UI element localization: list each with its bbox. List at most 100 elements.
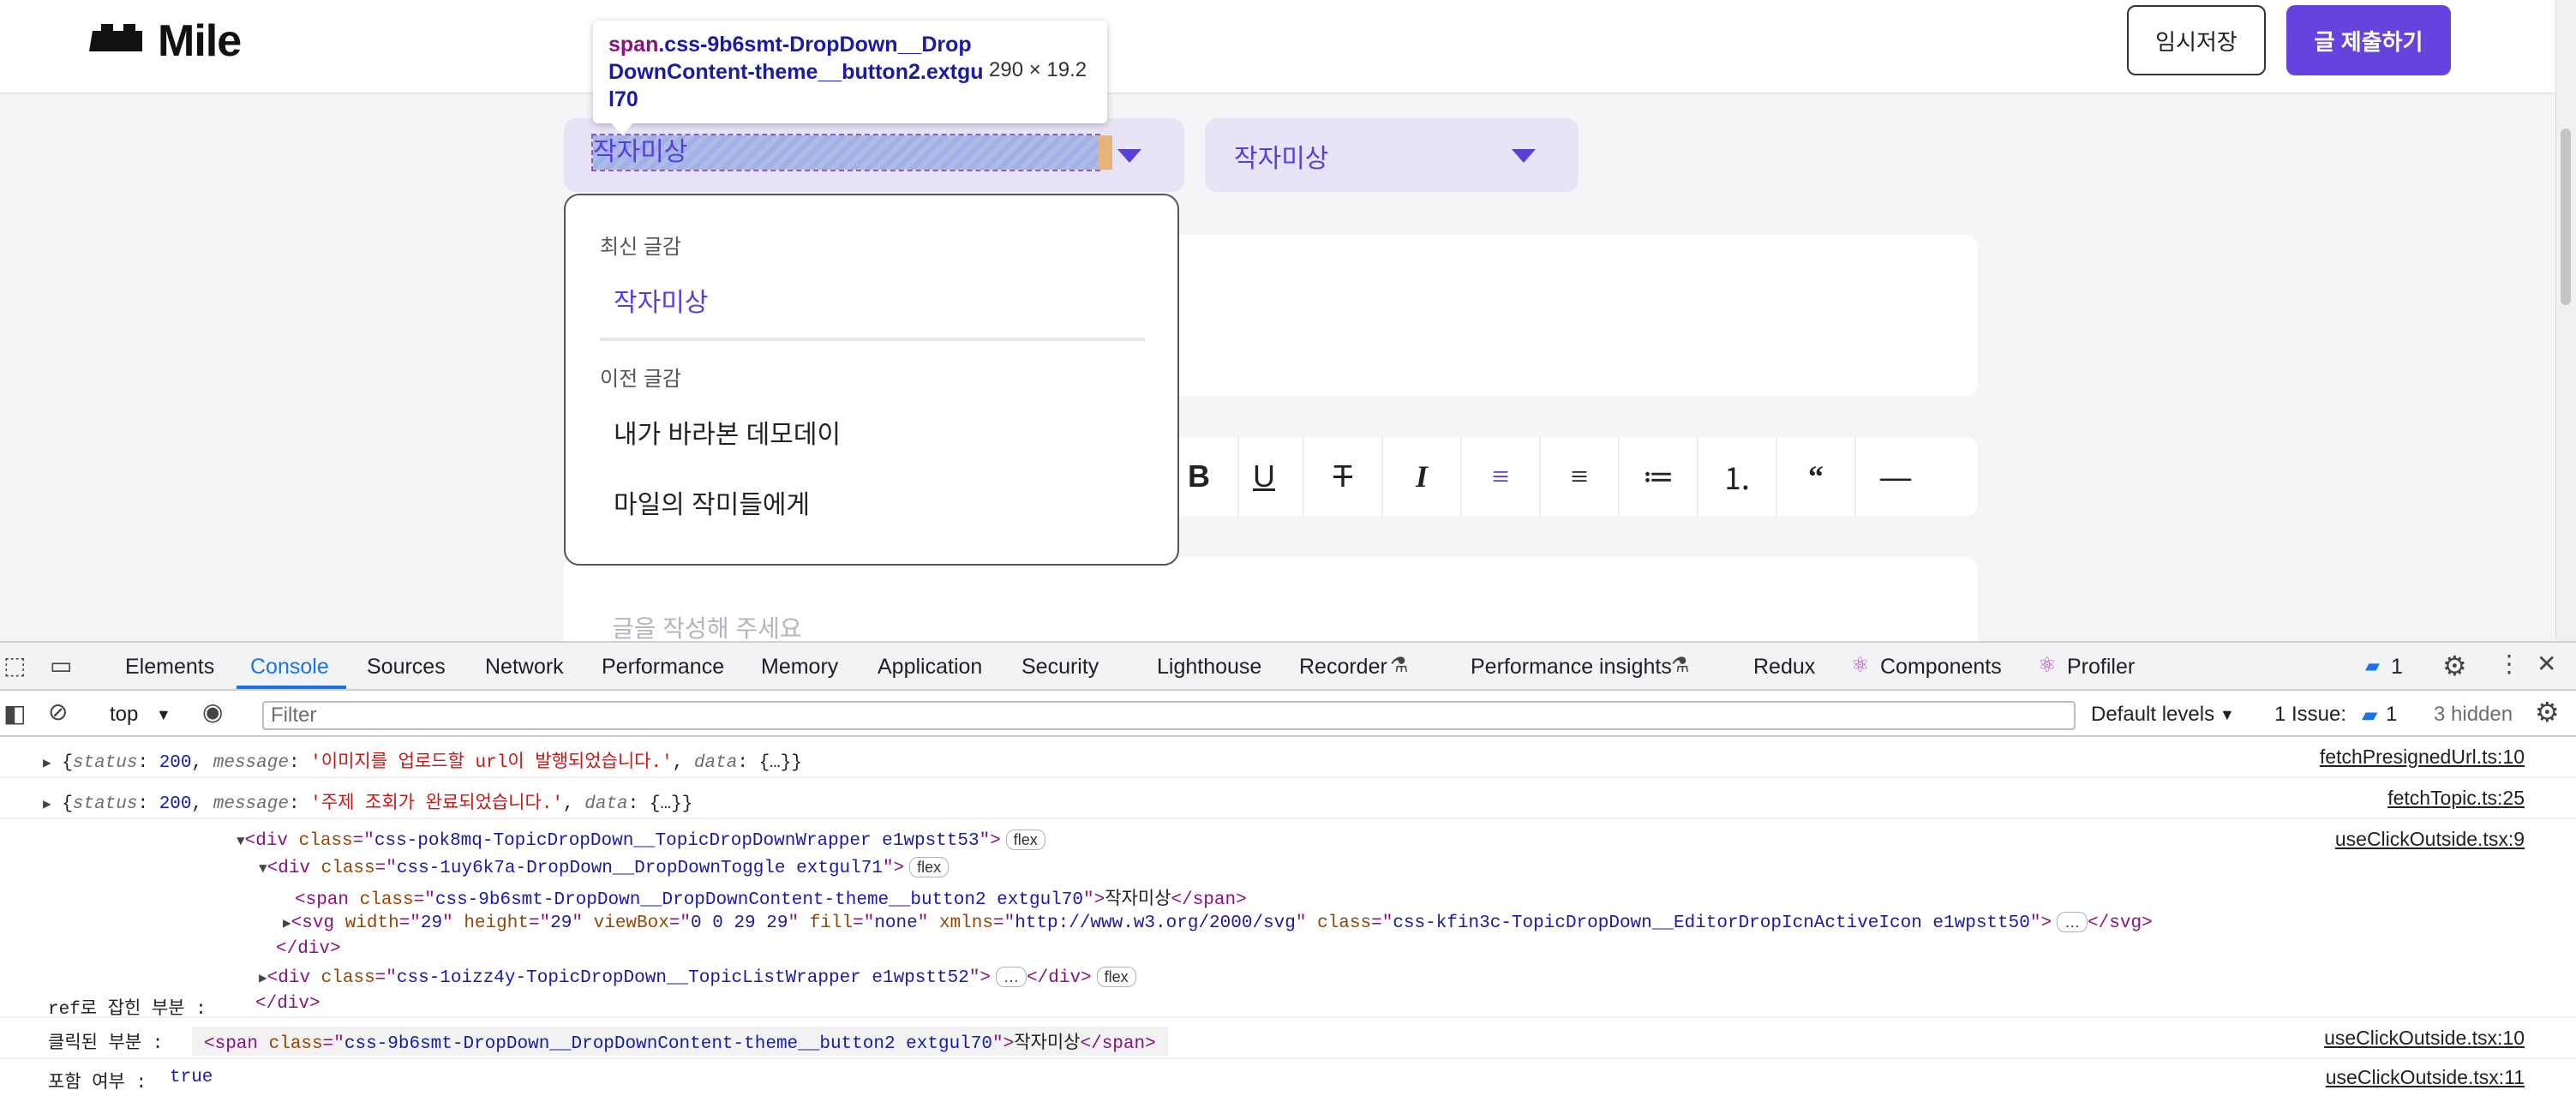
clicked-node-span[interactable]: <span class="css-9b6smt-DropDown__DropDo… — [192, 1027, 1168, 1056]
console-log-row: 클릭된 부분 : <span class="css-9b6smt-DropDow… — [0, 1018, 2576, 1059]
hidden-count[interactable]: 3 hidden — [2434, 703, 2513, 727]
chevron-down-icon[interactable]: ▼ — [156, 706, 171, 724]
quote-icon[interactable]: “ — [1777, 437, 1856, 516]
editor-placeholder: 글을 작성해 주세요 — [612, 615, 802, 641]
message-icon[interactable]: ▰ — [2362, 703, 2377, 728]
dom-node-list[interactable]: ▶<div class="css-1oizz4y-TopicDropDown__… — [259, 967, 1136, 988]
flex-badge[interactable]: flex — [1005, 830, 1045, 850]
tab-redux[interactable]: Redux — [1753, 655, 1815, 680]
active-tab-indicator — [237, 686, 346, 689]
tab-sources[interactable]: Sources — [367, 655, 446, 680]
underline-button[interactable]: U — [1225, 437, 1304, 516]
strikethrough-button[interactable]: T — [1304, 437, 1383, 516]
source-link[interactable]: fetchPresignedUrl.ts:10 — [2320, 746, 2525, 769]
logo-mark-icon — [89, 24, 142, 51]
ref-label: ref로 잡힌 부분 : — [48, 1000, 207, 1020]
dom-node-svg[interactable]: ▶<svg width="29" height="29" viewBox="0 … — [283, 912, 2153, 933]
temp-save-button[interactable]: 임시저장 — [2127, 5, 2266, 75]
log-levels-dropdown[interactable]: Default levels — [2091, 703, 2214, 727]
clear-console-icon[interactable]: ⊘ — [48, 698, 68, 726]
topic-list-dropdown: 최신 글감 작자미상 이전 글감 내가 바라본 데모데이 마일의 작미들에게 — [564, 194, 1179, 566]
page-scrollbar[interactable] — [2555, 0, 2576, 641]
tooltip-arrow — [610, 122, 634, 135]
tab-console[interactable]: Console — [250, 655, 329, 680]
topic-dropdown-toggle[interactable]: 작자미상 — [564, 118, 1184, 192]
tab-memory[interactable]: Memory — [761, 655, 838, 680]
tab-recorder[interactable]: Recorder — [1299, 655, 1387, 680]
dom-node-toggle[interactable]: ▼<div class="css-1uy6k7a-DropDown__DropD… — [259, 857, 950, 878]
console-log-row: ▶ {status: 200, message: '이미지를 업로드할 url이… — [0, 737, 2576, 778]
horizontal-rule-icon[interactable]: — — [1856, 437, 1935, 516]
dom-node-close: </div> — [276, 939, 341, 959]
tab-network[interactable]: Network — [485, 655, 564, 680]
console-log-row: 포함 여부 : true useClickOutside.tsx:11 — [0, 1059, 2576, 1100]
topic-item-latest[interactable]: 작자미상 — [614, 281, 708, 319]
dom-node-wrapper[interactable]: ▼<div class="css-pok8mq-TopicDropDown__T… — [237, 830, 1045, 851]
inspect-element-icon[interactable]: ⬚ — [3, 651, 26, 680]
chevron-down-icon[interactable]: ▼ — [2220, 706, 2235, 724]
flask-icon: ⚗ — [1390, 654, 1409, 677]
log-object[interactable]: ▶ {status: 200, message: '이미지를 업로드할 url이… — [43, 747, 802, 773]
issues-count[interactable]: 1 — [2386, 703, 2397, 727]
author-dropdown-selected[interactable]: 작자미상 — [1234, 137, 1328, 175]
dom-node-close: </div> — [255, 994, 321, 1014]
align-right-icon[interactable]: ≡ — [1541, 437, 1620, 516]
console-filter-input[interactable]: Filter — [262, 701, 2076, 730]
inspector-tag: span — [608, 33, 659, 57]
topic-dropdown-selected[interactable]: 작자미상 — [591, 134, 1100, 171]
topic-item[interactable]: 마일의 작미들에게 — [614, 483, 810, 521]
log-object[interactable]: ▶ {status: 200, message: '주제 조회가 완료되었습니다… — [43, 788, 692, 814]
close-icon[interactable]: ✕ — [2537, 650, 2556, 678]
message-icon[interactable]: ▰ — [2365, 655, 2380, 677]
tab-lighthouse[interactable]: Lighthouse — [1157, 655, 1261, 680]
devtools-tab-bar: ⬚ ▭ Elements Console Sources Network Per… — [0, 643, 2576, 691]
bullet-list-icon[interactable]: ≔ — [1620, 437, 1698, 516]
tab-components[interactable]: Components — [1880, 655, 2002, 680]
flask-icon: ⚗ — [1671, 654, 1690, 677]
devtools-panel: ⬚ ▭ Elements Console Sources Network Per… — [0, 641, 2576, 1114]
tab-application[interactable]: Application — [878, 655, 982, 680]
source-link[interactable]: useClickOutside.tsx:9 — [2335, 828, 2525, 851]
page-scrollbar-thumb[interactable] — [2561, 129, 2571, 305]
console-toolbar: ◧ ⊘ top ▼ ◉ Filter Default levels ▼ 1 Is… — [0, 691, 2576, 737]
eye-icon[interactable]: ◉ — [202, 698, 223, 726]
submit-post-button[interactable]: 글 제출하기 — [2286, 5, 2451, 75]
sidebar-toggle-icon[interactable]: ◧ — [3, 699, 26, 728]
tab-performance[interactable]: Performance — [602, 655, 724, 680]
align-left-icon[interactable]: ≡ — [1462, 437, 1541, 516]
gear-icon[interactable]: ⚙ — [2442, 650, 2467, 682]
tab-elements[interactable]: Elements — [125, 655, 214, 680]
console-settings-gear-icon[interactable]: ⚙ — [2535, 696, 2560, 728]
tab-performance-insights[interactable]: Performance insights — [1471, 655, 1672, 680]
chevron-down-icon[interactable] — [1512, 149, 1536, 163]
inspector-padding-highlight — [1099, 135, 1112, 170]
issues-count-badge[interactable]: 1 — [2391, 655, 2403, 680]
flex-badge[interactable]: flex — [909, 857, 950, 877]
dom-node-span[interactable]: <span class="css-9b6smt-DropDown__DropDo… — [295, 884, 1247, 910]
web-page: Mile 임시저장 글 제출하기 작자미상 작자미상 B U T I ≡ ≡ ≔… — [0, 0, 2555, 641]
source-link[interactable]: useClickOutside.tsx:11 — [2326, 1066, 2525, 1089]
logo[interactable]: Mile — [89, 16, 242, 66]
tab-profiler[interactable]: Profiler — [2067, 655, 2135, 680]
italic-button[interactable]: I — [1383, 437, 1462, 516]
console-log-row: useClickOutside.tsx:9 ▼<div class="css-p… — [0, 819, 2576, 1020]
topic-item[interactable]: 내가 바라본 데모데이 — [614, 413, 841, 451]
context-selector[interactable]: top — [110, 703, 138, 727]
issues-label[interactable]: 1 Issue: — [2274, 703, 2346, 727]
flex-badge[interactable]: flex — [1096, 967, 1136, 987]
body-editor-card[interactable]: 글을 작성해 주세요 — [564, 557, 1978, 641]
inspector-class: .css-9b6smt-DropDown__DropDownContent-th… — [608, 33, 984, 111]
device-toolbar-icon[interactable]: ▭ — [50, 651, 72, 680]
top-bar: Mile 임시저장 글 제출하기 — [0, 0, 2555, 94]
more-options-icon[interactable]: ⋮ — [2497, 650, 2521, 678]
tab-security[interactable]: Security — [1021, 655, 1099, 680]
numbered-list-icon[interactable]: ⒈ — [1698, 437, 1777, 516]
logo-text: Mile — [158, 16, 242, 66]
console-log-row: ▶ {status: 200, message: '주제 조회가 완료되었습니다… — [0, 778, 2576, 819]
inspector-selector: span.css-9b6smt-DropDown__DropDownConten… — [608, 31, 985, 113]
chevron-down-icon[interactable] — [1117, 149, 1141, 163]
section-latest-topics: 최신 글감 — [600, 236, 681, 259]
source-link[interactable]: fetchTopic.ts:25 — [2387, 787, 2525, 810]
react-icon: ⚛ — [2038, 654, 2057, 677]
source-link[interactable]: useClickOutside.tsx:10 — [2324, 1027, 2525, 1050]
